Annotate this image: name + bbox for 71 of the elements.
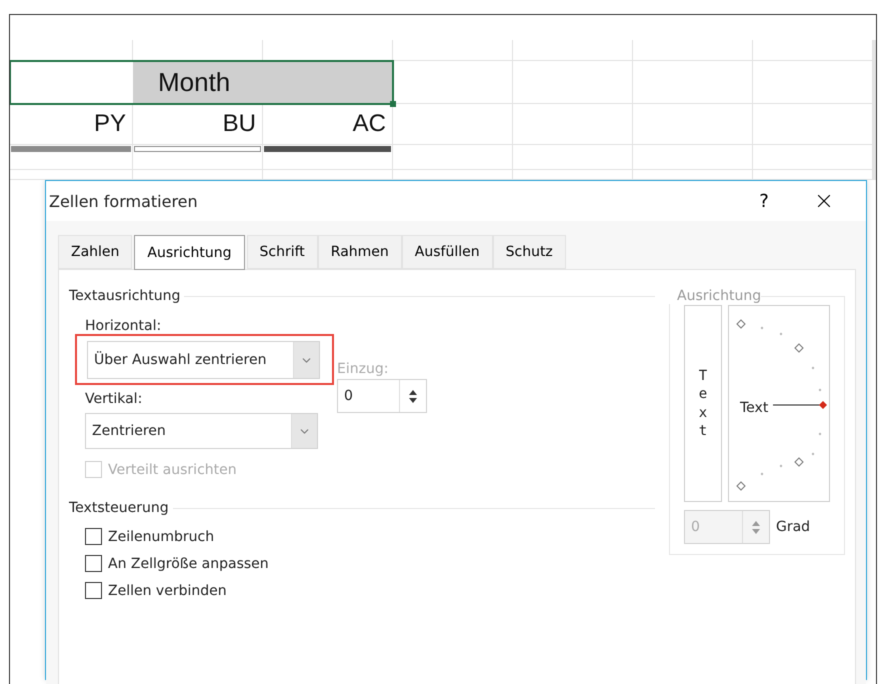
sheet-cell[interactable] — [633, 152, 753, 170]
group-title: Ausrichtung — [669, 288, 762, 304]
down-arrow-icon — [409, 398, 417, 402]
fill-handle[interactable] — [390, 101, 396, 107]
group-title: Textsteuerung — [69, 500, 169, 516]
sheet-cell[interactable] — [393, 170, 513, 180]
tab[interactable]: Rahmen — [318, 235, 402, 269]
sheet-cell[interactable] — [133, 152, 263, 170]
help-button[interactable]: ? — [734, 184, 794, 218]
checkbox-label: Zeilenumbruch — [108, 528, 214, 544]
sheet-cell[interactable] — [10, 40, 133, 61]
sheet-cell[interactable] — [633, 170, 753, 180]
sheet-cell[interactable] — [513, 152, 633, 170]
sheet-cell[interactable] — [513, 104, 633, 145]
sheet-cell[interactable] — [393, 145, 513, 152]
checkbox-label: Verteilt ausrichten — [108, 462, 237, 478]
up-arrow-icon — [409, 390, 417, 394]
sheet-cell[interactable] — [753, 104, 873, 145]
sheet-cell[interactable] — [753, 40, 873, 61]
field-label: Vertikal: — [85, 391, 142, 407]
sheet-cell[interactable] — [633, 61, 753, 104]
sheet-cell[interactable] — [753, 170, 873, 180]
dial-label: Text — [740, 400, 768, 416]
sheet-cell[interactable] — [393, 104, 513, 145]
checkbox[interactable] — [85, 555, 102, 572]
sheet-cell[interactable] — [513, 145, 633, 152]
sheet-cell[interactable] — [753, 152, 873, 170]
dialog-title: Zellen formatieren — [49, 192, 199, 210]
orientation-dial[interactable]: Text — [728, 305, 830, 502]
sheet-cell[interactable] — [633, 104, 753, 145]
sheet-cell[interactable] — [263, 170, 393, 180]
sheet-cell[interactable] — [263, 152, 393, 170]
checkbox[interactable] — [85, 528, 102, 545]
dropdown[interactable]: Über Auswahl zentrieren — [87, 341, 320, 379]
header-cell: PY — [10, 104, 133, 145]
field-label: Horizontal: — [85, 318, 162, 334]
up-arrow-icon — [752, 520, 760, 526]
header-cell: AC — [263, 104, 393, 145]
sheet-cell[interactable] — [133, 40, 263, 61]
header-cell: BU — [133, 104, 263, 145]
checkbox-label: Zellen verbinden — [108, 582, 227, 598]
vertical-text-button[interactable]: Text — [684, 305, 722, 502]
field-label: Einzug: — [337, 361, 388, 377]
tab[interactable]: Ausfüllen — [402, 235, 493, 269]
sheet-cell[interactable] — [633, 40, 753, 61]
sheet-cell[interactable] — [633, 145, 753, 152]
sheet-cell[interactable] — [393, 40, 513, 61]
merged-cell[interactable]: Month — [133, 61, 393, 104]
checkbox[interactable] — [85, 582, 102, 599]
sheet-cell[interactable] — [753, 145, 873, 152]
sheet-cell[interactable] — [263, 40, 393, 61]
sheet-cell[interactable] — [753, 61, 873, 104]
checkbox-label: An Zellgröße anpassen — [108, 556, 269, 572]
tab[interactable]: Ausrichtung — [134, 235, 245, 270]
tab[interactable]: Zahlen — [58, 235, 132, 269]
sheet-cell[interactable] — [513, 61, 633, 104]
tab[interactable]: Schrift — [246, 235, 318, 269]
sheet-cell[interactable] — [10, 170, 133, 180]
dropdown[interactable]: Zentrieren — [85, 413, 318, 449]
down-arrow-icon — [752, 528, 760, 534]
spin-field[interactable]: 0 — [337, 379, 427, 413]
sheet-cell[interactable] — [513, 170, 633, 180]
group-title: Textausrichtung — [69, 288, 180, 304]
sheet-cell[interactable] — [393, 61, 513, 104]
sheet-cell[interactable] — [10, 152, 133, 170]
field-label: Grad — [776, 519, 810, 535]
sheet-cell[interactable] — [393, 152, 513, 170]
sheet-cell[interactable] — [133, 170, 263, 180]
tab[interactable]: Schutz — [492, 235, 566, 269]
sheet-cell[interactable] — [513, 40, 633, 61]
sheet-cell[interactable] — [10, 61, 133, 104]
